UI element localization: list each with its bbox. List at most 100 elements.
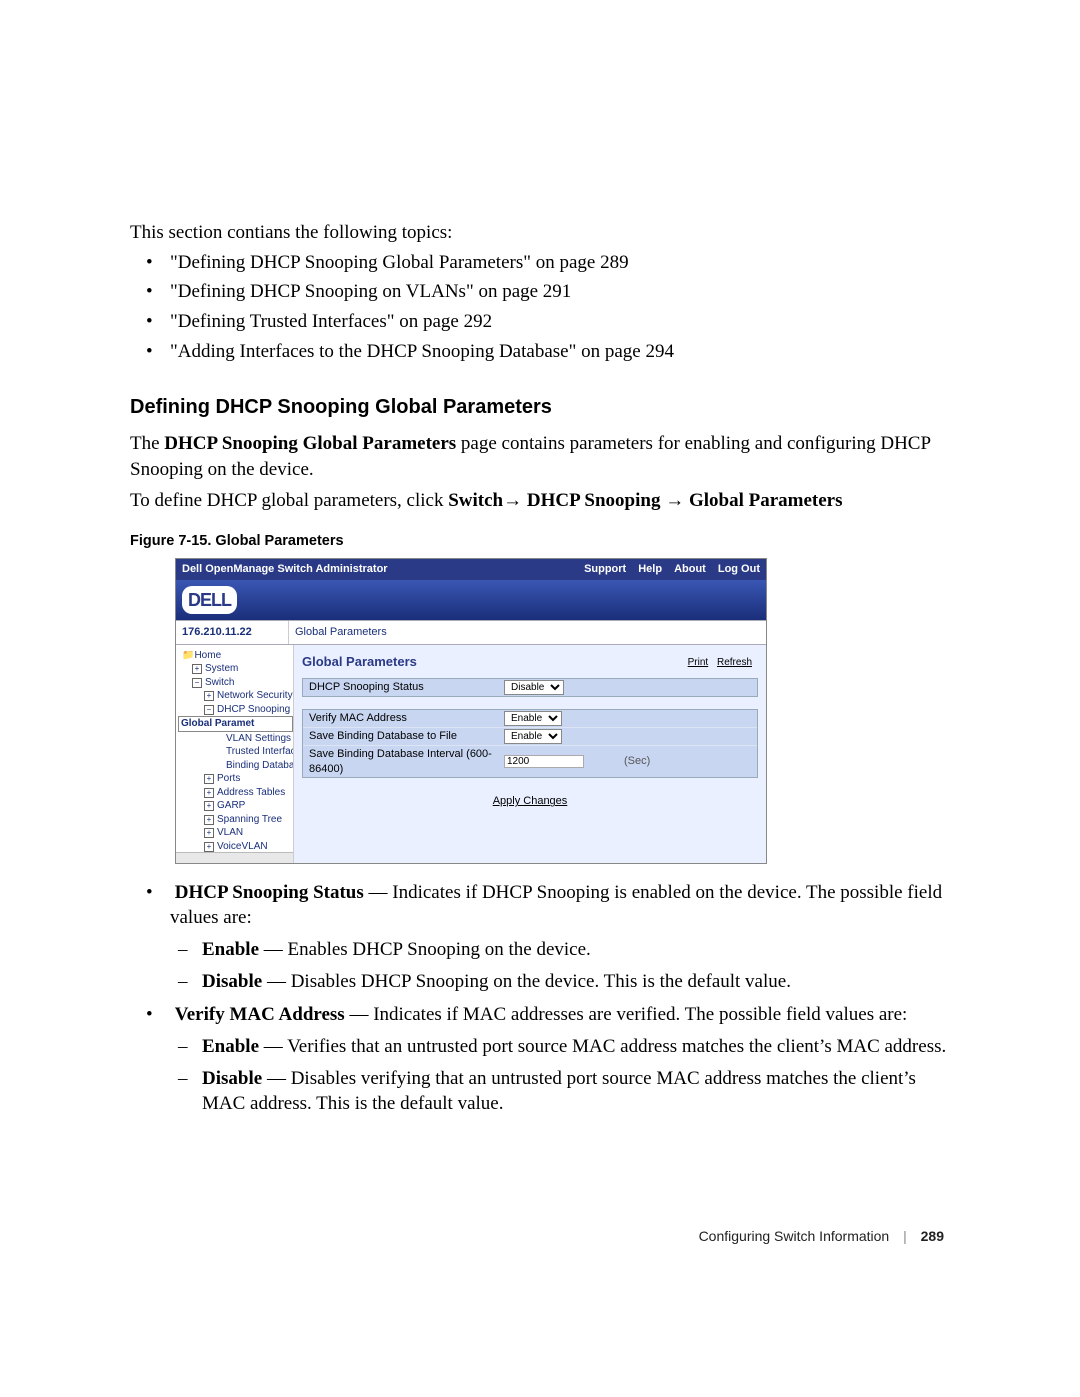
save-db-select[interactable]: Enable (504, 729, 562, 744)
content-panel: Global Parameters Print Refresh DHCP Sno… (294, 645, 766, 863)
topic-item: "Defining Trusted Interfaces" on page 29… (170, 309, 950, 335)
expand-icon[interactable]: + (204, 691, 214, 701)
tree-home[interactable]: 📁Home (178, 649, 293, 663)
field-row: Verify MAC Address Enable (303, 710, 757, 727)
text: — Verifies that an untrusted port source… (259, 1036, 946, 1057)
page-footer: Configuring Switch Information | 289 (130, 1227, 950, 1246)
expand-icon[interactable]: + (204, 788, 214, 798)
tree-label: GARP (217, 800, 245, 811)
tree-switch[interactable]: −Switch (178, 676, 293, 690)
tree-label: DHCP Snooping (217, 704, 290, 715)
field-unit: (Sec) (604, 754, 751, 769)
tree-vlan-settings[interactable]: VLAN Settings (178, 732, 293, 746)
tree-scrollbar[interactable] (176, 852, 293, 863)
ip-address: 176.210.11.22 (176, 621, 289, 644)
paragraph: To define DHCP global parameters, click … (130, 488, 950, 514)
expand-icon[interactable]: + (204, 842, 214, 852)
text: — Disables DHCP Snooping on the device. … (262, 971, 791, 992)
section-heading: Defining DHCP Snooping Global Parameters (130, 394, 950, 421)
page-number: 289 (921, 1228, 944, 1244)
folder-icon: 📁 (182, 650, 194, 661)
dhcp-status-select[interactable]: Disable (504, 680, 564, 695)
field-label-save-db: Save Binding Database to File (309, 729, 504, 744)
tree-ports[interactable]: +Ports (178, 772, 293, 786)
interval-input[interactable] (504, 755, 584, 768)
tree-dhcp-snooping[interactable]: −DHCP Snooping (178, 703, 293, 717)
list-item: Enable — Verifies that an untrusted port… (202, 1034, 950, 1060)
list-item: Disable — Disables DHCP Snooping on the … (202, 969, 950, 995)
apply-changes-link[interactable]: Apply Changes (493, 795, 568, 807)
collapse-icon[interactable]: − (204, 705, 214, 715)
tree-system[interactable]: +System (178, 662, 293, 676)
tree-global-parameters[interactable]: Global Paramet (178, 716, 293, 732)
text: The (130, 433, 164, 454)
nav-tree: 📁Home +System −Switch +Network Security … (176, 645, 294, 863)
expand-icon[interactable]: + (192, 664, 202, 674)
nav-about-link[interactable]: About (674, 562, 706, 577)
tree-label: Home (194, 650, 221, 661)
tree-spanning-tree[interactable]: +Spanning Tree (178, 813, 293, 827)
app-body: 📁Home +System −Switch +Network Security … (176, 645, 766, 863)
tree-binding-database[interactable]: Binding Database (178, 759, 293, 773)
topic-item: "Defining DHCP Snooping Global Parameter… (170, 250, 950, 276)
nav-logout-link[interactable]: Log Out (718, 562, 760, 577)
paragraph: The DHCP Snooping Global Parameters page… (130, 431, 950, 482)
field-description-list: DHCP Snooping Status — Indicates if DHCP… (130, 880, 950, 1117)
field-label-verify-mac: Verify MAC Address (309, 711, 504, 726)
text: To define DHCP global parameters, click (130, 490, 448, 511)
breadcrumb: Global Parameters (289, 621, 766, 644)
document-page: This section contians the following topi… (0, 0, 1080, 1306)
topic-item: "Adding Interfaces to the DHCP Snooping … (170, 339, 950, 365)
print-link[interactable]: Print (688, 657, 709, 668)
list-item: Disable — Disables verifying that an unt… (202, 1066, 950, 1117)
term: DHCP Snooping Status (175, 882, 364, 903)
intro-text: This section contians the following topi… (130, 220, 950, 246)
term: Verify MAC Address (175, 1004, 345, 1025)
expand-icon[interactable]: + (204, 774, 214, 784)
field-group-2: Verify MAC Address Enable Save Binding D… (302, 709, 758, 779)
field-label-interval: Save Binding Database Interval (600-8640… (309, 747, 504, 777)
text: — Indicates if MAC addresses are verifie… (345, 1004, 908, 1025)
tree-garp[interactable]: +GARP (178, 799, 293, 813)
expand-icon[interactable]: + (204, 801, 214, 811)
refresh-link[interactable]: Refresh (717, 657, 752, 668)
tree-network-security[interactable]: +Network Security (178, 689, 293, 703)
nav-support-link[interactable]: Support (584, 562, 626, 577)
tree-label: VLAN (217, 827, 243, 838)
list-item: Enable — Enables DHCP Snooping on the de… (202, 937, 950, 963)
figure-caption: Figure 7-15. Global Parameters (130, 532, 950, 552)
field-group-1: DHCP Snooping Status Disable (302, 678, 758, 697)
bold-term: DHCP Snooping Global Parameters (164, 433, 456, 454)
term: Disable (202, 1068, 262, 1089)
footer-separator: | (903, 1228, 907, 1244)
app-logo-bar: DELL (176, 580, 766, 620)
collapse-icon[interactable]: − (192, 678, 202, 688)
tree-vlan[interactable]: +VLAN (178, 826, 293, 840)
tree-label: Spanning Tree (217, 814, 282, 825)
field-label-dhcp-status: DHCP Snooping Status (309, 680, 504, 695)
tree-label: System (205, 663, 238, 674)
text: — Enables DHCP Snooping on the device. (259, 939, 591, 960)
field-row: DHCP Snooping Status Disable (303, 679, 757, 696)
dell-logo: DELL (182, 586, 237, 614)
tree-label: VoiceVLAN (217, 841, 268, 852)
app-header-row: 176.210.11.22 Global Parameters (176, 620, 766, 645)
expand-icon[interactable]: + (204, 815, 214, 825)
topic-list: "Defining DHCP Snooping Global Parameter… (130, 250, 950, 365)
tree-address-tables[interactable]: +Address Tables (178, 786, 293, 800)
topic-item: "Defining DHCP Snooping on VLANs" on pag… (170, 279, 950, 305)
list-item: DHCP Snooping Status — Indicates if DHCP… (170, 880, 950, 995)
tree-trusted-interfaces[interactable]: Trusted Interfaces (178, 745, 293, 759)
tree-label: Network Security (217, 690, 293, 701)
verify-mac-select[interactable]: Enable (504, 711, 562, 726)
term: Enable (202, 939, 259, 960)
footer-text: Configuring Switch Information (699, 1228, 890, 1244)
app-titlebar: Dell OpenManage Switch Administrator Sup… (176, 559, 766, 580)
nav-help-link[interactable]: Help (638, 562, 662, 577)
field-row: Save Binding Database Interval (600-8640… (303, 745, 757, 778)
expand-icon[interactable]: + (204, 828, 214, 838)
field-row: Save Binding Database to File Enable (303, 727, 757, 745)
app-title: Dell OpenManage Switch Administrator (182, 562, 388, 577)
text: — Disables verifying that an untrusted p… (202, 1068, 916, 1115)
list-item: Verify MAC Address — Indicates if MAC ad… (170, 1002, 950, 1117)
